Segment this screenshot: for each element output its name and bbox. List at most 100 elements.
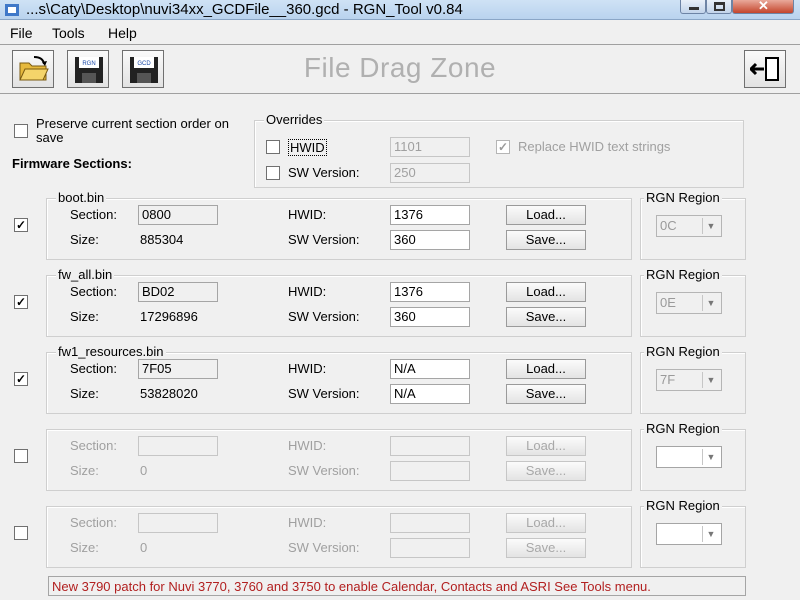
section-id-field[interactable] — [138, 513, 218, 533]
rgn-region-select[interactable]: ▼ — [656, 523, 722, 545]
file-drag-zone[interactable]: File Drag Zone — [200, 52, 600, 84]
section-label: Section: — [70, 284, 117, 299]
rgn-region-legend: RGN Region — [644, 344, 722, 359]
close-icon: ✕ — [758, 0, 769, 13]
exit-button[interactable] — [744, 50, 786, 88]
size-value: 0 — [140, 540, 148, 555]
load-button[interactable]: Load... — [506, 359, 586, 379]
menu-help[interactable]: Help — [108, 25, 137, 41]
section-filename: boot.bin — [56, 190, 107, 205]
size-value: 17296896 — [140, 309, 198, 324]
section-enable-checkbox[interactable]: ✓ — [14, 218, 28, 232]
hwid-field[interactable]: 1376 — [390, 205, 470, 225]
chevron-down-icon: ▼ — [702, 218, 719, 234]
section-filename: fw_all.bin — [56, 267, 115, 282]
overrides-legend: Overrides — [264, 112, 325, 127]
hwid-field[interactable] — [390, 513, 470, 533]
firmware-sections-label: Firmware Sections: — [12, 156, 132, 171]
section-id-field[interactable]: BD02 — [138, 282, 218, 302]
size-label: Size: — [70, 386, 99, 401]
save-button[interactable]: Save... — [506, 461, 586, 481]
hwid-label: HWID: — [288, 515, 327, 530]
maximize-icon — [714, 2, 725, 11]
save-button[interactable]: Save... — [506, 384, 586, 404]
section-enable-checkbox[interactable]: ✓ — [14, 372, 28, 386]
hwid-override-checkbox[interactable] — [266, 140, 280, 154]
close-button[interactable]: ✕ — [732, 0, 794, 14]
menu-file[interactable]: File — [10, 25, 33, 41]
rgn-region-select[interactable]: 7F ▼ — [656, 369, 722, 391]
window-title: ...s\Caty\Desktop\nuvi34xx_GCDFile__360.… — [26, 1, 463, 18]
hwid-label: HWID: — [288, 284, 327, 299]
load-button[interactable]: Load... — [506, 205, 586, 225]
menu-bar: File Tools Help — [0, 23, 800, 43]
size-value: 885304 — [140, 232, 184, 247]
size-label: Size: — [70, 309, 99, 324]
preserve-order-label: Preserve current section order on save — [36, 116, 229, 145]
save-rgn-button[interactable]: RGN — [67, 50, 109, 88]
section-enable-checkbox[interactable] — [14, 449, 28, 463]
rgn-region-select[interactable]: ▼ — [656, 446, 722, 468]
rgn-region-value: 7F — [660, 372, 676, 387]
sw-version-override-field[interactable]: 250 — [390, 163, 470, 183]
section-enable-checkbox[interactable] — [14, 526, 28, 540]
section-label: Section: — [70, 207, 117, 222]
hwid-label: HWID: — [288, 207, 327, 222]
load-button[interactable]: Load... — [506, 513, 586, 533]
hwid-field[interactable] — [390, 436, 470, 456]
sw-version-field[interactable]: 360 — [390, 230, 470, 250]
size-value: 0 — [140, 463, 148, 478]
menu-tools[interactable]: Tools — [52, 25, 85, 41]
floppy-rgn-icon: RGN — [75, 57, 103, 83]
open-file-button[interactable] — [12, 50, 54, 88]
save-button[interactable]: Save... — [506, 538, 586, 558]
sw-version-label: SW Version: — [288, 540, 360, 555]
size-label: Size: — [70, 463, 99, 478]
rgn-region-legend: RGN Region — [644, 421, 722, 436]
rgn-region-select[interactable]: 0C ▼ — [656, 215, 722, 237]
section-id-field[interactable]: 0800 — [138, 205, 218, 225]
rgn-region-legend: RGN Region — [644, 498, 722, 513]
app-icon — [5, 4, 19, 16]
section-id-field[interactable]: 7F05 — [138, 359, 218, 379]
chevron-down-icon: ▼ — [702, 372, 719, 388]
save-gcd-button[interactable]: GCD — [122, 50, 164, 88]
hwid-override-field[interactable]: 1101 — [390, 137, 470, 157]
hwid-override-label: HWID — [288, 139, 327, 156]
size-label: Size: — [70, 232, 99, 247]
sw-version-label: SW Version: — [288, 463, 360, 478]
minimize-icon — [689, 7, 699, 10]
rgn-region-select[interactable]: 0E ▼ — [656, 292, 722, 314]
chevron-down-icon: ▼ — [702, 526, 719, 542]
sw-version-override-checkbox[interactable] — [266, 166, 280, 180]
replace-hwid-label: Replace HWID text strings — [518, 139, 671, 154]
sw-version-label: SW Version: — [288, 386, 360, 401]
sw-version-field[interactable]: 360 — [390, 307, 470, 327]
sw-version-field[interactable]: N/A — [390, 384, 470, 404]
hwid-field[interactable]: 1376 — [390, 282, 470, 302]
rgn-region-legend: RGN Region — [644, 190, 722, 205]
maximize-button[interactable] — [706, 0, 732, 14]
status-message: New 3790 patch for Nuvi 3770, 3760 and 3… — [48, 576, 746, 596]
section-enable-checkbox[interactable]: ✓ — [14, 295, 28, 309]
floppy-gcd-text: GCD — [137, 61, 151, 67]
sw-version-label: SW Version: — [288, 309, 360, 324]
rgn-region-legend: RGN Region — [644, 267, 722, 282]
sw-version-override-label: SW Version: — [288, 165, 360, 180]
floppy-rgn-text: RGN — [82, 61, 95, 67]
rgn-region-value: 0C — [660, 218, 677, 233]
save-button[interactable]: Save... — [506, 307, 586, 327]
exit-door-icon — [750, 57, 779, 81]
title-bar: ...s\Caty\Desktop\nuvi34xx_GCDFile__360.… — [0, 0, 800, 20]
minimize-button[interactable] — [680, 0, 706, 14]
hwid-field[interactable]: N/A — [390, 359, 470, 379]
replace-hwid-checkbox[interactable]: ✓ — [496, 140, 510, 154]
section-id-field[interactable] — [138, 436, 218, 456]
sw-version-field[interactable] — [390, 538, 470, 558]
sw-version-field[interactable] — [390, 461, 470, 481]
hwid-label: HWID: — [288, 438, 327, 453]
save-button[interactable]: Save... — [506, 230, 586, 250]
preserve-order-checkbox[interactable] — [14, 124, 28, 138]
load-button[interactable]: Load... — [506, 436, 586, 456]
load-button[interactable]: Load... — [506, 282, 586, 302]
